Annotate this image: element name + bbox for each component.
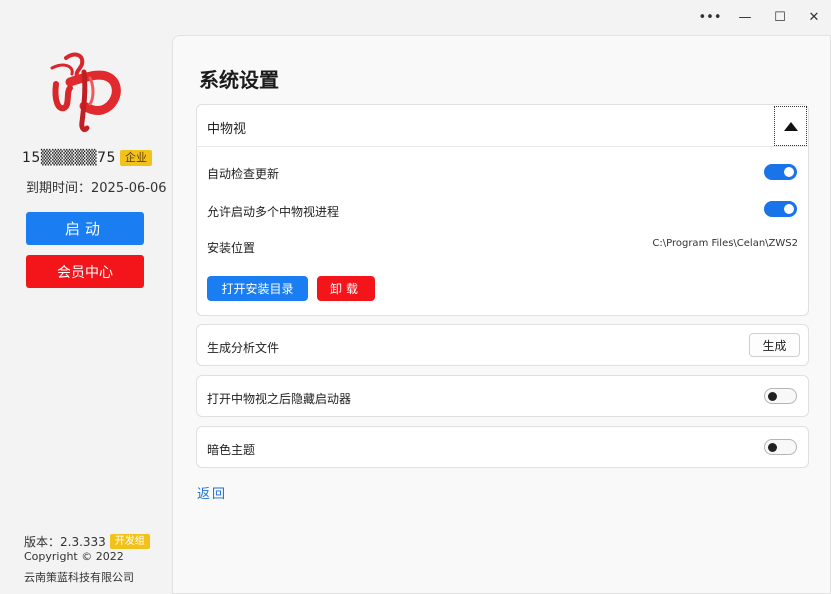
- sidebar: 15▒▒▒▒▒75 企业 到期时间：2025-06-06 启动 会员中心 版本：…: [0, 0, 172, 594]
- generate-button[interactable]: 生成: [749, 333, 800, 357]
- close-button[interactable]: ✕: [796, 4, 831, 30]
- generate-analysis-label: 生成分析文件: [207, 341, 280, 355]
- app-settings-expander: 中物视 自动检查更新 允许启动多个中物视进程 安装位置 C:\Program F…: [196, 104, 809, 316]
- auto-update-toggle[interactable]: [764, 164, 797, 180]
- uninstall-button[interactable]: 卸载: [317, 276, 375, 301]
- auto-update-label: 自动检查更新: [207, 167, 280, 181]
- dark-theme-toggle[interactable]: [764, 439, 797, 455]
- hide-launcher-label: 打开中物视之后隐藏启动器: [207, 392, 352, 406]
- user-phone: 15▒▒▒▒▒75: [22, 150, 116, 166]
- back-link[interactable]: 返回: [197, 483, 227, 502]
- settings-panel: 系统设置 中物视 自动检查更新 允许启动多个中物视进程 安装位置 C:\Prog…: [172, 35, 831, 594]
- company-name: 云南策蓝科技有限公司: [24, 571, 134, 584]
- generate-analysis-card: 生成分析文件 生成: [196, 324, 809, 366]
- page-title: 系统设置: [199, 68, 279, 92]
- hide-launcher-card: 打开中物视之后隐藏启动器: [196, 375, 809, 417]
- open-install-dir-button[interactable]: 打开安装目录: [207, 276, 308, 301]
- logo-icon: [50, 52, 121, 133]
- version-label: 版本：2.3.333: [24, 535, 106, 549]
- version-channel-badge: 开发组: [109, 534, 150, 549]
- triangle-up-icon: [783, 121, 798, 131]
- user-info: 15▒▒▒▒▒75 企业: [22, 150, 152, 166]
- version-info: 版本：2.3.333 开发组: [24, 533, 150, 550]
- dark-theme-label: 暗色主题: [207, 443, 256, 457]
- expander-header[interactable]: 中物视: [197, 105, 808, 147]
- member-center-button[interactable]: 会员中心: [26, 255, 144, 288]
- expire-date: 到期时间：2025-06-06: [26, 181, 167, 196]
- install-path-value: C:\Program Files\Celan\ZWS2: [652, 238, 798, 249]
- install-location-label: 安装位置: [207, 241, 256, 255]
- launch-button[interactable]: 启动: [26, 212, 144, 245]
- dark-theme-card: 暗色主题: [196, 426, 809, 468]
- copyright-text: Copyright © 2022: [24, 550, 124, 563]
- account-type-badge: 企业: [119, 150, 152, 166]
- multi-instance-label: 允许启动多个中物视进程: [207, 205, 340, 219]
- hide-launcher-toggle[interactable]: [764, 388, 797, 404]
- maximize-button[interactable]: ☐: [762, 4, 798, 30]
- more-options-icon[interactable]: •••: [692, 4, 728, 30]
- minimize-button[interactable]: —: [727, 4, 763, 30]
- collapse-toggle-button[interactable]: [774, 106, 807, 146]
- multi-instance-toggle[interactable]: [764, 201, 797, 217]
- expander-title: 中物视: [207, 122, 247, 137]
